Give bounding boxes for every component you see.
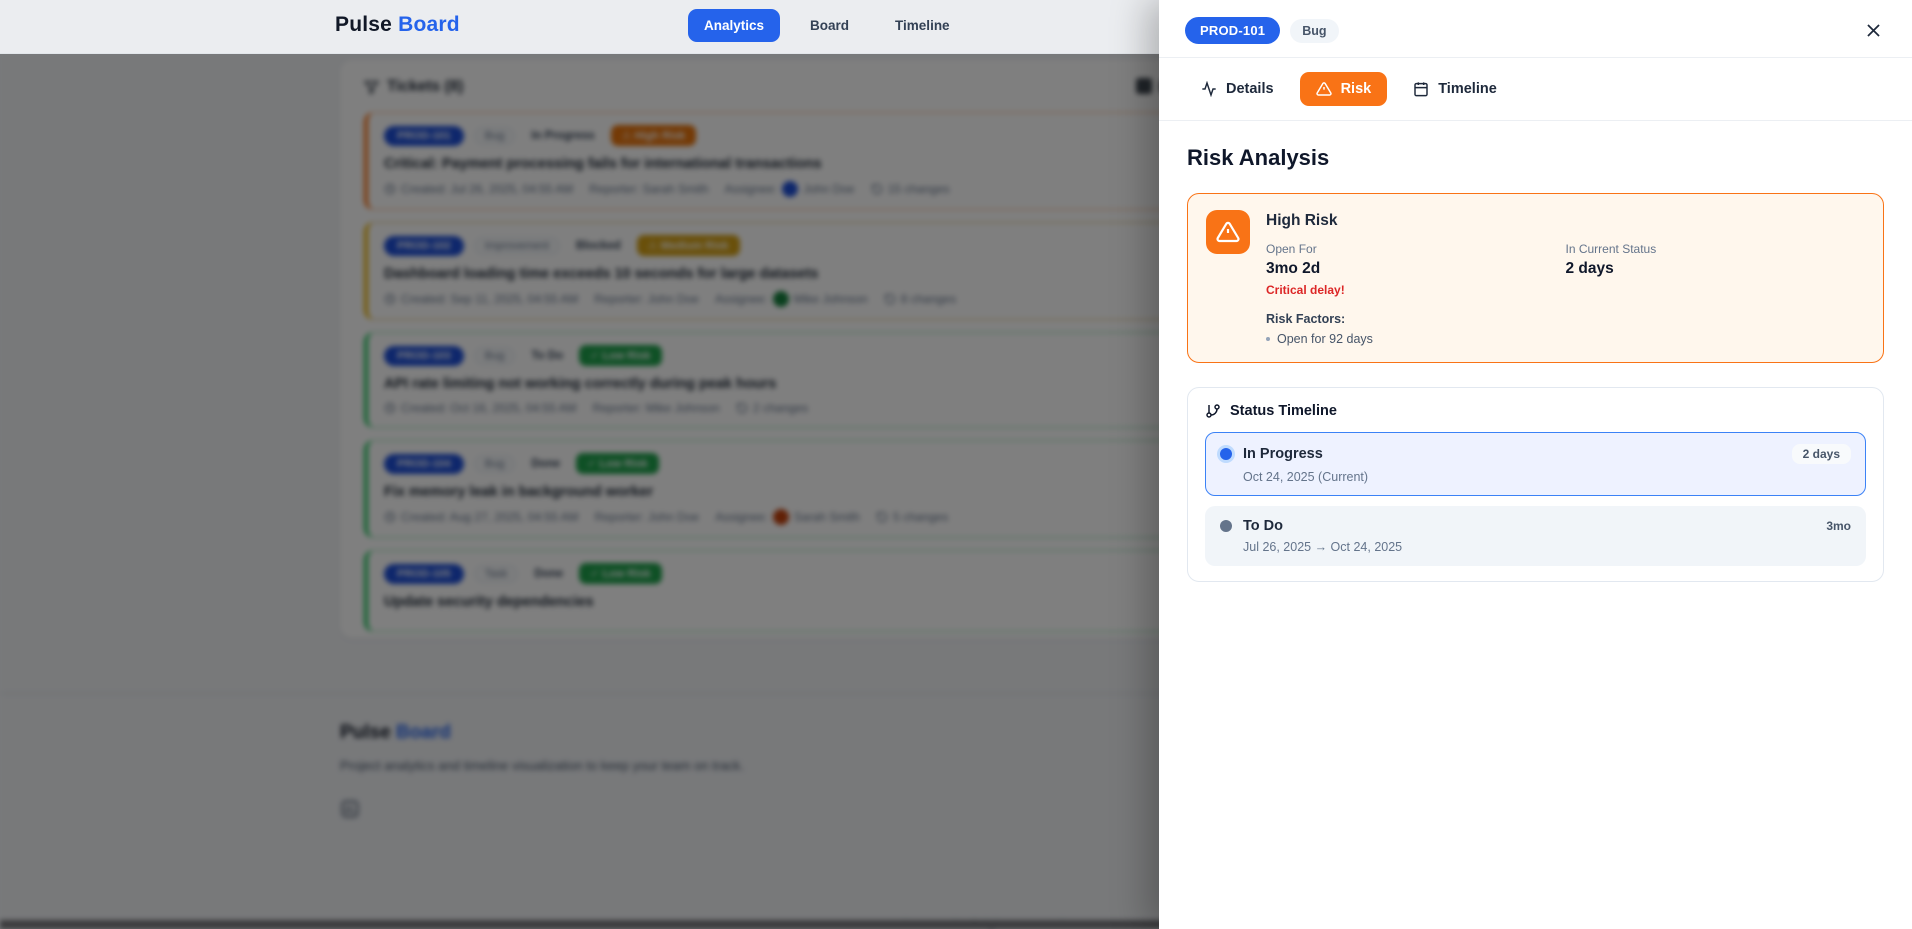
status-name: In Progress (1243, 446, 1323, 462)
calendar-icon (1414, 82, 1428, 97)
status-dates: Oct 24, 2025 (Current) (1243, 470, 1369, 484)
ticket-detail-drawer: PROD-101 Bug Details Risk Timeline Risk … (1159, 0, 1912, 929)
open-for-value: 3mo 2d (1266, 260, 1321, 277)
activity-icon (1202, 81, 1216, 97)
ticket-type-chip: Bug (1290, 18, 1339, 43)
warning-icon (1315, 82, 1332, 96)
nav-timeline[interactable]: Timeline (879, 9, 966, 42)
status-dot (1220, 520, 1232, 532)
risk-factors-label: Risk Factors: (1266, 312, 1346, 326)
status-timeline-card: Status Timeline In Progress 2 days Oct 2… (1187, 387, 1884, 582)
app-logo: Pulse Board (335, 13, 460, 36)
status-dot (1220, 448, 1232, 460)
drawer-tabs: Details Risk Timeline (1159, 58, 1912, 121)
critical-delay-note: Critical delay! (1266, 283, 1345, 297)
ticket-id-badge: PROD-101 (1185, 17, 1281, 44)
current-status-label: In Current Status (1565, 242, 1657, 256)
main-nav: Analytics Board Timeline (688, 9, 966, 42)
drawer-content: Risk Analysis High Risk Open For 3mo 2d … (1159, 121, 1912, 606)
risk-summary-card: High Risk Open For 3mo 2d Critical delay… (1187, 193, 1884, 363)
close-button[interactable] (1860, 18, 1886, 44)
nav-analytics[interactable]: Analytics (688, 9, 781, 42)
drawer-header: PROD-101 Bug (1159, 0, 1912, 58)
open-for-label: Open For (1266, 242, 1317, 256)
tab-risk[interactable]: Risk (1299, 72, 1388, 106)
risk-analysis-heading: Risk Analysis (1187, 145, 1330, 170)
risk-level-label: High Risk (1266, 212, 1338, 229)
nav-board[interactable]: Board (794, 9, 865, 42)
high-risk-icon (1206, 210, 1250, 254)
bullet-dot (1266, 337, 1270, 341)
duration-badge: 2 days (1791, 444, 1851, 464)
duration-badge: 3mo (1826, 519, 1851, 533)
timeline-entry: To Do 3mo Jul 26, 2025 → Oct 24, 2025 (1205, 506, 1866, 566)
app-root: Tickets (8) PROD-101 Bug In Progress ⚠ H… (0, 0, 1912, 929)
tab-details[interactable]: Details (1185, 72, 1290, 106)
git-branch-icon (1206, 404, 1220, 418)
timeline-entry-current: In Progress 2 days Oct 24, 2025 (Current… (1205, 432, 1866, 496)
tab-timeline[interactable]: Timeline (1397, 72, 1513, 106)
current-status-value: 2 days (1565, 260, 1614, 277)
status-timeline-heading: Status Timeline (1230, 403, 1337, 419)
status-dates: Jul 26, 2025 → Oct 24, 2025 (1243, 540, 1403, 554)
risk-factor-item: Open for 92 days (1266, 332, 1865, 346)
warning-triangle-icon (1216, 221, 1240, 243)
status-name: To Do (1243, 518, 1283, 534)
close-icon (1866, 24, 1880, 37)
